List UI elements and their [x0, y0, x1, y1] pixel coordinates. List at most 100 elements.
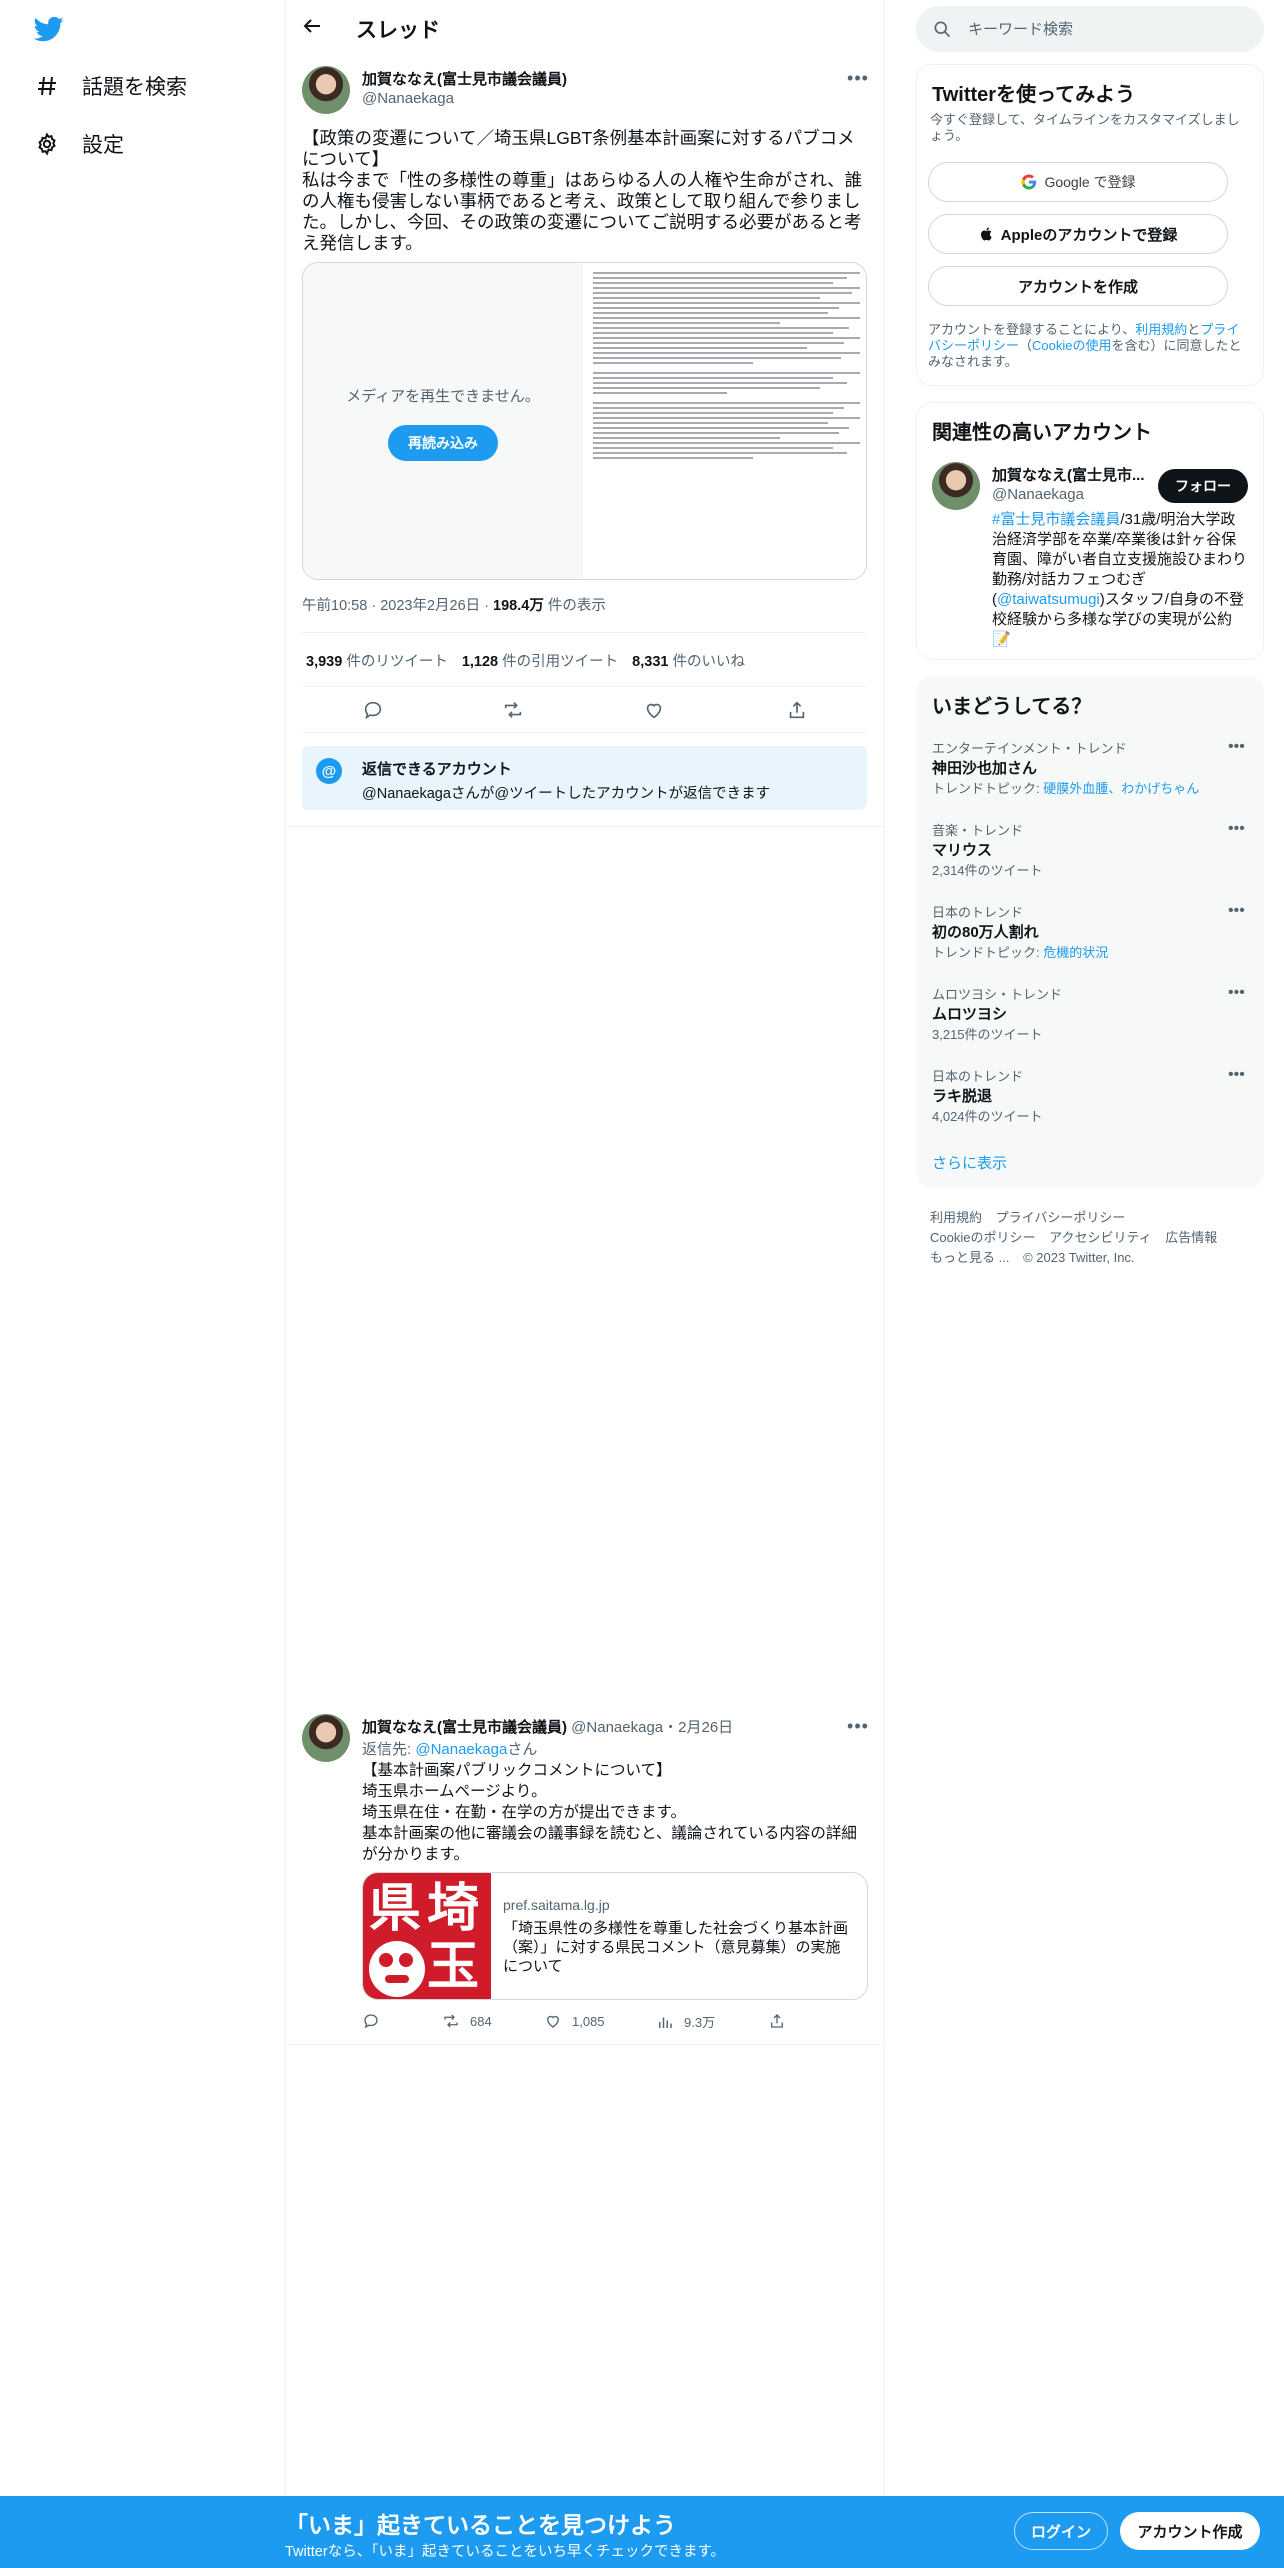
reply-icon[interactable] — [360, 697, 386, 723]
quotes-stat[interactable]: 1,128 件の引用ツイート — [462, 650, 618, 671]
search-input[interactable] — [968, 20, 1238, 38]
retweets-stat[interactable]: 3,939 件のリツイート — [306, 650, 448, 671]
more-options-icon[interactable]: ••• — [846, 66, 870, 90]
terms-notice: アカウントを登録することにより、利用規約とプライバシーポリシー（Cookieの使… — [928, 322, 1248, 370]
document-text-line — [593, 422, 828, 424]
share-button[interactable] — [768, 2012, 786, 2030]
retweet-button[interactable]: 684 — [442, 2012, 492, 2030]
trend-topics: トレンドトピック: 硬膜外血腫、わかげちゃん — [932, 778, 1252, 797]
trend-item[interactable]: 日本のトレンド 初の80万人割れ トレンドトピック: 危機的状況 — [932, 902, 1252, 961]
author-name[interactable]: 加賀ななえ(富士見市議会議員) — [362, 68, 567, 89]
reply-button[interactable] — [362, 2012, 380, 2030]
more-options-icon[interactable]: ••• — [1228, 902, 1248, 922]
at-icon: @ — [316, 758, 342, 784]
tweet-date[interactable]: 2023年2月26日 — [380, 598, 480, 614]
terms-text: アカウントを登録することにより、 — [928, 322, 1136, 337]
more-options-icon[interactable]: ••• — [1228, 820, 1248, 840]
more-options-icon[interactable]: ••• — [846, 1714, 870, 1738]
document-text-line — [593, 412, 834, 414]
retweet-icon[interactable] — [500, 697, 526, 723]
tweet2-text: 【基本計画案パブリックコメントについて】 埼玉県ホームページより。 埼玉県在住・… — [362, 1760, 868, 1865]
hashtag-link[interactable]: #富士見市議会議員 — [992, 511, 1120, 528]
signup-prompt-bar: 「いま」起きていることを見つけよう Twitterなら、「いま」起きていることを… — [0, 2496, 1284, 2568]
back-arrow-icon[interactable] — [300, 14, 326, 40]
signup-button[interactable]: アカウント作成 — [1120, 2512, 1260, 2550]
more-options-icon[interactable]: ••• — [1228, 984, 1248, 1004]
author-handle[interactable]: @Nanaekaga — [362, 90, 454, 107]
video-player[interactable]: メディアを再生できません。 再読み込み — [303, 263, 583, 579]
trend-topic-link[interactable]: 硬膜外血腫、わかげちゃん — [1043, 781, 1199, 796]
author-name[interactable]: 加賀ななえ(富士見市議会議員) — [362, 1719, 567, 1736]
trend-category: エンターテインメント・トレンド — [932, 741, 1127, 756]
tweet-date[interactable]: ・2月26日 — [663, 1719, 733, 1736]
trend-topic-link[interactable]: 危機的状況 — [1043, 945, 1108, 960]
footer-link[interactable]: プライバシーポリシー — [996, 1210, 1126, 1225]
author-handle[interactable]: @Nanaekaga — [571, 1719, 663, 1736]
trend-item[interactable]: 音楽・トレンド マリウス 2,314件のツイート — [932, 820, 1252, 879]
trend-item[interactable]: ムロツヨシ・トレンド ムロツヨシ 3,215件のツイート — [932, 984, 1252, 1043]
twitter-logo-icon[interactable] — [32, 14, 66, 44]
copyright: © 2023 Twitter, Inc. — [1023, 1250, 1135, 1265]
like-icon[interactable] — [641, 697, 667, 723]
google-signup-button[interactable]: Google で登録 — [928, 162, 1228, 202]
mention-link[interactable]: @taiwatsumugi — [997, 591, 1100, 608]
link-preview-card[interactable]: 県 埼 玉 pref.saitama.lg.jp 「埼玉県性の多様性を尊重した社… — [362, 1872, 868, 2000]
document-text-line — [593, 342, 844, 344]
reply-to-link[interactable]: @Nanaekaga — [415, 1741, 507, 1758]
cookie-link[interactable]: Cookieの使用 — [1032, 338, 1111, 353]
trend-category: 音楽・トレンド — [932, 823, 1024, 838]
reload-button[interactable]: 再読み込み — [388, 425, 498, 461]
footer-link[interactable]: もっと見る ... — [930, 1250, 1009, 1265]
signup-title: Twitterを使ってみよう — [932, 84, 1136, 106]
login-button[interactable]: ログイン — [1014, 2512, 1108, 2550]
link-domain: pref.saitama.lg.jp — [503, 1897, 610, 1913]
footer-link[interactable]: アクセシビリティ — [1049, 1230, 1152, 1245]
avatar[interactable] — [932, 462, 980, 510]
footer-link[interactable]: 広告情報 — [1165, 1230, 1217, 1245]
like-button[interactable]: 1,085 — [544, 2012, 605, 2030]
show-more-link[interactable]: さらに表示 — [932, 1152, 1007, 1173]
like-icon — [547, 2015, 559, 2028]
trend-item[interactable]: 日本のトレンド ラキ脱退 4,024件のツイート — [932, 1066, 1252, 1125]
footer-links: 利用規約 プライバシーポリシー Cookieのポリシー アクセシビリティ 広告情… — [930, 1208, 1260, 1268]
apple-signup-button[interactable]: Appleのアカウントで登録 — [928, 214, 1228, 254]
likes-stat[interactable]: 8,331 件のいいね — [632, 650, 745, 671]
link-title: 「埼玉県性の多様性を尊重した社会づくり基本計画（案）」に対する県民コメント（意見… — [503, 1920, 849, 1975]
relevant-title: 関連性の高いアカウント — [932, 422, 1152, 444]
document-text-line — [593, 452, 847, 454]
trend-item[interactable]: エンターテインメント・トレンド 神田沙也加さん トレンドトピック: 硬膜外血腫、… — [932, 738, 1252, 797]
footer-link[interactable]: 利用規約 — [930, 1210, 982, 1225]
follow-button[interactable]: フォロー — [1158, 469, 1248, 503]
document-text-line — [593, 317, 860, 319]
create-account-button[interactable]: アカウントを作成 — [928, 266, 1228, 306]
account-handle[interactable]: @Nanaekaga — [992, 486, 1084, 503]
document-text-line — [593, 432, 839, 434]
tweet-text: 【政策の変遷について／埼玉県LGBT条例基本計画案に対するパブコメについて】 私… — [302, 128, 863, 253]
mascot-icon — [369, 1941, 425, 1997]
terms-link[interactable]: 利用規約 — [1135, 322, 1187, 337]
likes-label: 件のいいね — [672, 654, 745, 670]
more-options-icon[interactable]: ••• — [1228, 738, 1248, 758]
reply-notice-description: @Nanaekagaさんが@ツイートしたアカウントが返信できます — [362, 786, 771, 802]
reply-to-line: 返信先: @Nanaekagaさん — [362, 1738, 537, 1759]
share-icon[interactable] — [784, 697, 810, 723]
nav-explore[interactable]: 話題を検索 — [34, 62, 187, 110]
search-bar[interactable] — [916, 6, 1264, 52]
account-name[interactable]: 加賀ななえ(富士見市... — [992, 464, 1152, 485]
document-text-line — [593, 347, 807, 349]
footer-link[interactable]: Cookieのポリシー — [930, 1230, 1035, 1245]
avatar[interactable] — [302, 66, 350, 114]
document-text-line — [593, 357, 842, 359]
views-button[interactable]: 9.3万 — [656, 2012, 715, 2031]
nav-settings[interactable]: 設定 — [34, 120, 124, 168]
page-title: スレッド — [356, 19, 440, 42]
document-text-line — [593, 442, 860, 444]
more-options-icon[interactable]: ••• — [1228, 1066, 1248, 1086]
tweet-media[interactable]: メディアを再生できません。 再読み込み — [302, 262, 867, 580]
document-image[interactable] — [585, 263, 866, 579]
quotes-label: 件の引用ツイート — [502, 654, 619, 670]
google-icon — [1021, 174, 1037, 190]
avatar[interactable] — [302, 1714, 350, 1762]
reply-notice-title: 返信できるアカウント — [362, 761, 512, 778]
tweet-time[interactable]: 午前10:58 — [302, 598, 367, 614]
